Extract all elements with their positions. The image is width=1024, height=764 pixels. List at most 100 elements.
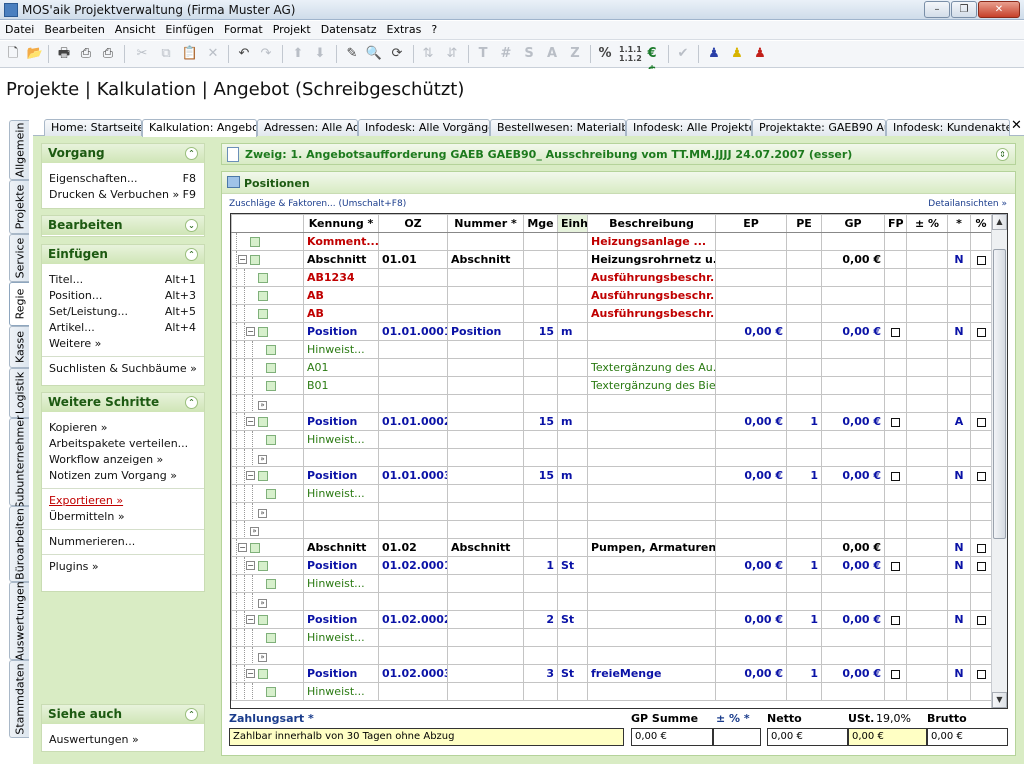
cell-mge[interactable]: 3 [523,664,558,683]
cell-percent[interactable] [970,646,992,665]
cell-pe[interactable] [786,682,822,701]
cell-fp[interactable] [884,466,907,485]
cell-mge[interactable] [523,574,558,593]
cell-oz[interactable] [378,682,448,701]
cell-plusminus[interactable] [906,556,948,575]
table-row[interactable]: AB Ausführungsbeschr... [231,286,992,305]
cell-mge[interactable] [523,232,558,251]
cell-pe[interactable] [786,538,822,557]
cell-fp[interactable] [884,322,907,341]
cell-pe[interactable] [786,340,822,359]
cell-besch[interactable] [587,448,716,467]
tree-cell[interactable] [231,286,304,305]
cell-besch[interactable] [587,628,716,647]
cell-star[interactable]: N [947,466,971,485]
close-tab-icon[interactable]: ✕ [1011,118,1022,133]
tree-cell[interactable] [231,430,304,449]
cell-mge[interactable] [523,268,558,287]
tree-cell[interactable] [231,340,304,359]
table-row[interactable]: Hinweist... [231,682,992,701]
tab-projektakte[interactable]: Projektakte: GAEB90 Aus [752,119,886,136]
cell-nummer[interactable] [447,448,524,467]
cell-star[interactable] [947,430,971,449]
cell-kennung[interactable]: Position [303,412,379,431]
table-row[interactable]: AB1234 Ausführungsbeschr... [231,268,992,287]
cell-einh[interactable] [557,430,588,449]
table-row[interactable]: Hinweist... [231,340,992,359]
fp-checkbox[interactable] [891,561,900,571]
maximize-button[interactable]: ❐ [951,1,977,18]
percent-checkbox[interactable] [976,471,986,481]
cell-besch[interactable] [587,430,716,449]
cell-einh[interactable] [557,286,588,305]
panel-bearbeiten-header[interactable]: Bearbeiten ⌄ [42,216,204,235]
cell-nummer[interactable] [447,358,524,377]
cell-besch[interactable] [587,574,716,593]
cell-pe[interactable] [786,574,822,593]
cell-fp[interactable] [884,610,907,629]
cell-ep[interactable] [715,502,787,521]
cell-star[interactable] [947,268,971,287]
cell-gp[interactable]: 0,00 € [821,250,885,269]
cell-kennung[interactable]: B01 [303,376,379,395]
cell-besch[interactable] [587,520,716,539]
cell-percent[interactable] [970,448,992,467]
cell-einh[interactable] [557,448,588,467]
scroll-down-icon[interactable]: ▼ [992,692,1007,708]
cell-besch[interactable]: freieMenge [587,664,716,683]
cell-fp[interactable] [884,682,907,701]
scroll-thumb[interactable] [993,249,1006,539]
cell-gp[interactable] [821,358,885,377]
expand-collapse-icon[interactable]: ⇕ [996,148,1009,161]
cell-besch[interactable] [587,412,716,431]
cell-plusminus[interactable] [906,646,948,665]
tree-cell[interactable]: » [231,502,304,521]
cell-pe[interactable] [786,628,822,647]
col-header[interactable]: % [970,214,992,233]
cell-gp[interactable] [821,376,885,395]
cell-plusminus[interactable] [906,340,948,359]
cell-percent[interactable] [970,322,992,341]
cell-ep[interactable] [715,358,787,377]
cell-star[interactable]: A [947,412,971,431]
cell-pe[interactable]: 1 [786,610,822,629]
cell-einh[interactable] [557,502,588,521]
tree-cell[interactable]: » [231,520,304,539]
plusminus-field[interactable] [713,728,761,746]
cell-oz[interactable] [378,376,448,395]
cell-mge[interactable]: 1 [523,556,558,575]
cell-oz[interactable]: 01.01.0001 [378,322,448,341]
cell-einh[interactable]: m [557,322,588,341]
cell-kennung[interactable]: Hinweist... [303,430,379,449]
move-up-icon[interactable]: ⬆ [289,45,307,63]
cell-besch[interactable] [587,394,716,413]
tab-home[interactable]: Home: Startseite [44,119,142,136]
percent-checkbox[interactable] [976,615,986,625]
cell-nummer[interactable] [447,502,524,521]
notizen-link[interactable]: Notizen zum Vorgang » [42,468,204,484]
cell-einh[interactable]: St [557,610,588,629]
cell-percent[interactable] [970,268,992,287]
cell-nummer[interactable] [447,484,524,503]
cell-einh[interactable] [557,358,588,377]
cell-gp[interactable] [821,682,885,701]
sort-descending-icon[interactable]: ⇵ [443,45,461,63]
cell-gp[interactable]: 0,00 € [821,466,885,485]
table-row[interactable]: − Abschnitt 01.02 Abschnitt Pumpen, Armature… [231,538,992,557]
tree-cell[interactable]: − [231,322,304,341]
cell-nummer[interactable] [447,556,524,575]
zahlungsart-field[interactable]: Zahlbar innerhalb von 30 Tagen ohne Abzu… [229,728,624,746]
cell-pe[interactable]: 1 [786,664,822,683]
cell-gp[interactable] [821,502,885,521]
zuschlaege-link[interactable]: Zuschläge & Faktoren... (Umschalt+F8) [229,199,406,209]
cell-mge[interactable]: 15 [523,322,558,341]
cell-kennung[interactable]: Komment... [303,232,379,251]
cell-percent[interactable] [970,502,992,521]
cell-ep[interactable] [715,448,787,467]
cell-percent[interactable] [970,340,992,359]
fp-checkbox[interactable] [891,615,900,625]
table-row[interactable]: − Position 01.01.0001 Position 15 m 0,00 €0,00… [231,322,992,341]
vtab-regie[interactable]: Regie [9,282,29,326]
cell-oz[interactable] [378,592,448,611]
cell-plusminus[interactable] [906,448,948,467]
